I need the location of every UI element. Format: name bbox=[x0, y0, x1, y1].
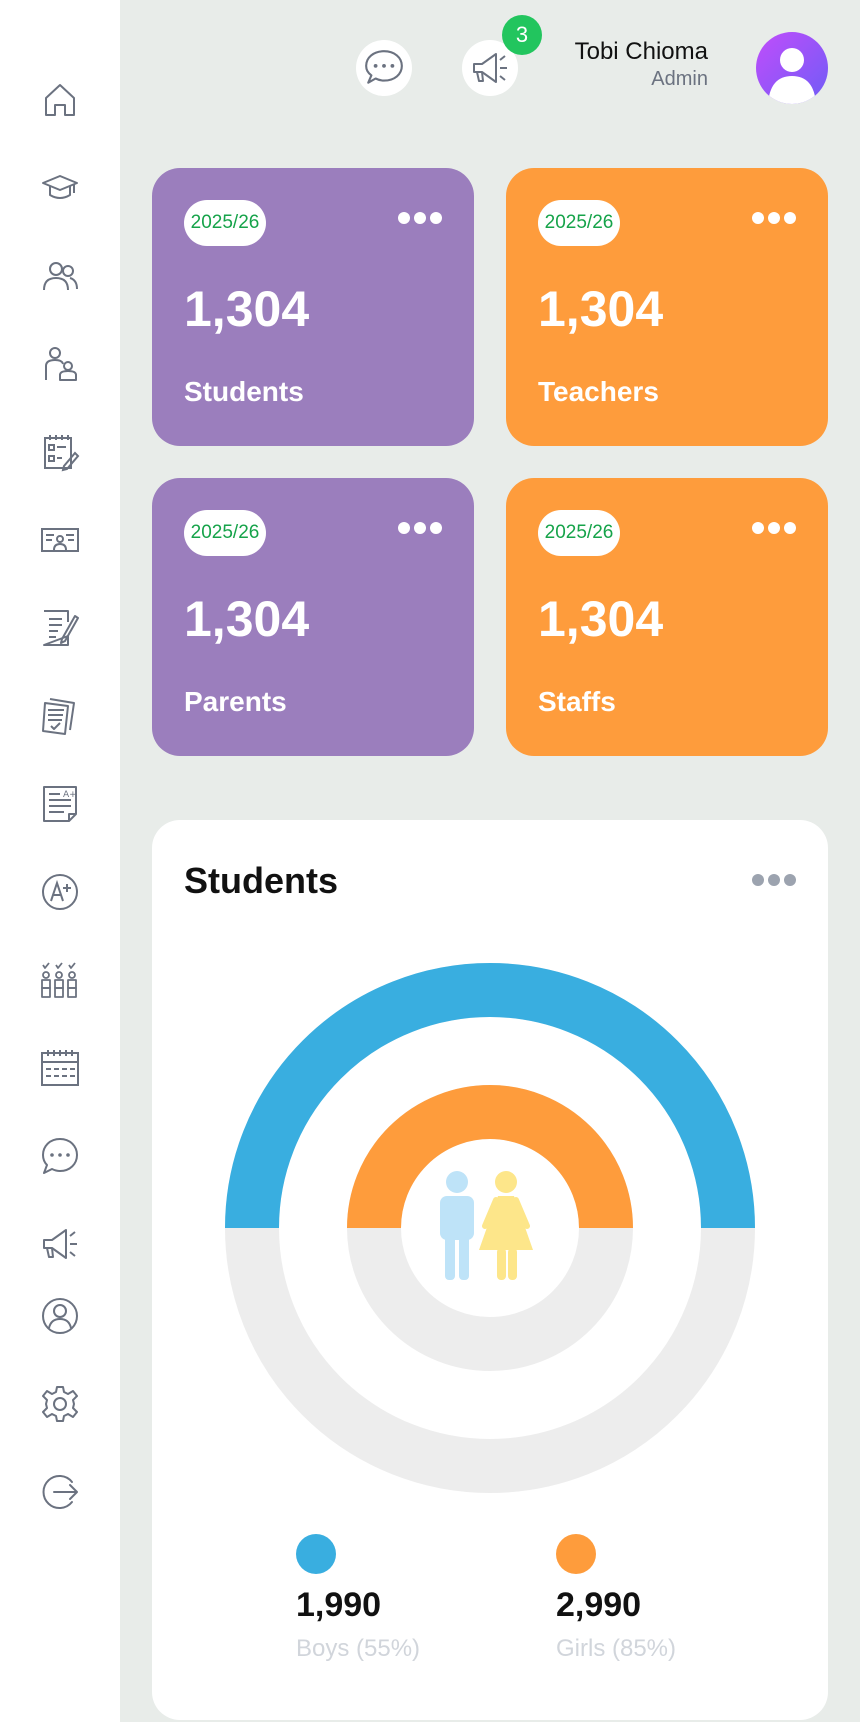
logout-icon bbox=[42, 1475, 78, 1509]
chat-icon bbox=[42, 1138, 78, 1174]
main-content: 3 Tobi Chioma Admin 2025/26 1,304 Studen… bbox=[120, 0, 860, 1722]
stat-value: 1,304 bbox=[184, 281, 310, 337]
stat-label: Teachers bbox=[538, 376, 659, 407]
id-card-icon bbox=[41, 528, 79, 552]
users-icon bbox=[43, 262, 78, 291]
sidebar-item-messages[interactable] bbox=[40, 1136, 80, 1176]
boys-count: 1,990 bbox=[296, 1586, 382, 1624]
sidebar-item-id-cards[interactable] bbox=[40, 520, 80, 560]
sidebar-item-logout[interactable] bbox=[40, 1472, 80, 1512]
year-pill[interactable]: 2025/26 bbox=[184, 510, 266, 556]
more-options-icon[interactable] bbox=[752, 874, 796, 886]
document-edit-icon bbox=[43, 610, 79, 646]
year-pill[interactable]: 2025/26 bbox=[538, 510, 620, 556]
stat-value: 1,304 bbox=[184, 591, 310, 647]
checklist-edit-icon bbox=[44, 435, 80, 472]
stat-label: Students bbox=[184, 376, 304, 407]
stat-card-staffs[interactable]: 2025/26 1,304 Staffs bbox=[506, 478, 828, 756]
parent-child-icon bbox=[45, 347, 77, 381]
gear-icon bbox=[42, 1386, 78, 1422]
legend-boys: 1,990 Boys (55%) bbox=[296, 1534, 420, 1663]
grade-document-icon: A+ bbox=[43, 786, 77, 822]
messages-button[interactable] bbox=[356, 40, 412, 96]
chat-bubble-icon bbox=[365, 50, 403, 84]
sidebar: A+ bbox=[0, 0, 120, 1722]
sidebar-item-calendar[interactable] bbox=[40, 1048, 80, 1088]
more-options-icon[interactable] bbox=[398, 522, 442, 534]
year-pill[interactable]: 2025/26 bbox=[538, 200, 620, 246]
attendance-group-icon bbox=[41, 962, 77, 998]
sidebar-item-attendance[interactable] bbox=[40, 960, 80, 1000]
user-name: Tobi Chioma bbox=[574, 38, 708, 65]
sidebar-item-profile[interactable] bbox=[40, 1296, 80, 1336]
user-role: Admin bbox=[651, 68, 708, 90]
notification-badge: 3 bbox=[502, 15, 542, 55]
home-icon bbox=[45, 84, 75, 116]
more-options-icon[interactable] bbox=[752, 522, 796, 534]
sidebar-item-exams[interactable] bbox=[40, 696, 80, 736]
girl-figure-icon bbox=[479, 1171, 533, 1280]
graduation-cap-icon bbox=[42, 175, 78, 199]
user-avatar-icon bbox=[768, 48, 816, 104]
gender-donut-chart bbox=[225, 963, 756, 1493]
girls-count: 2,990 bbox=[556, 1586, 642, 1624]
stat-value: 1,304 bbox=[538, 281, 664, 337]
stat-card-parents[interactable]: 2025/26 1,304 Parents bbox=[152, 478, 474, 756]
sidebar-item-parents[interactable] bbox=[40, 344, 80, 384]
stat-card-students[interactable]: 2025/26 1,304 Students bbox=[152, 168, 474, 446]
avatar[interactable] bbox=[756, 32, 828, 104]
stat-card-teachers[interactable]: 2025/26 1,304 Teachers bbox=[506, 168, 828, 446]
sidebar-item-assignments[interactable] bbox=[40, 432, 80, 472]
legend-girls-dot bbox=[556, 1534, 596, 1574]
legend-girls: 2,990 Girls (85%) bbox=[556, 1534, 676, 1663]
stat-label: Staffs bbox=[538, 686, 616, 717]
sidebar-item-settings[interactable] bbox=[40, 1384, 80, 1424]
megaphone-icon bbox=[43, 1229, 77, 1259]
sidebar-item-students[interactable] bbox=[40, 256, 80, 296]
students-panel: Students 1,990 Boys (55%) 2,990 Girls (8… bbox=[152, 820, 828, 1720]
calendar-icon bbox=[41, 1050, 79, 1086]
girls-label: Girls (85%) bbox=[556, 1635, 677, 1662]
sidebar-item-home[interactable] bbox=[40, 80, 80, 120]
sidebar-item-grades[interactable] bbox=[40, 872, 80, 912]
megaphone-icon bbox=[473, 53, 507, 83]
more-options-icon[interactable] bbox=[398, 212, 442, 224]
svg-text:A+: A+ bbox=[63, 790, 77, 800]
sidebar-item-report-cards[interactable]: A+ bbox=[40, 784, 80, 824]
more-options-icon[interactable] bbox=[752, 212, 796, 224]
legend-boys-dot bbox=[296, 1534, 336, 1574]
boy-figure-icon bbox=[440, 1171, 474, 1280]
stat-label: Parents bbox=[184, 686, 287, 717]
year-pill[interactable]: 2025/26 bbox=[184, 200, 266, 246]
boys-label: Boys (55%) bbox=[296, 1635, 421, 1662]
user-circle-icon bbox=[42, 1298, 78, 1334]
sidebar-item-announcements[interactable] bbox=[40, 1224, 80, 1264]
sidebar-item-courses[interactable] bbox=[40, 168, 80, 208]
grade-circle-icon bbox=[42, 874, 78, 910]
panel-title: Students bbox=[184, 860, 339, 901]
stat-value: 1,304 bbox=[538, 591, 664, 647]
papers-check-icon bbox=[42, 698, 75, 735]
sidebar-item-notes[interactable] bbox=[40, 608, 80, 648]
